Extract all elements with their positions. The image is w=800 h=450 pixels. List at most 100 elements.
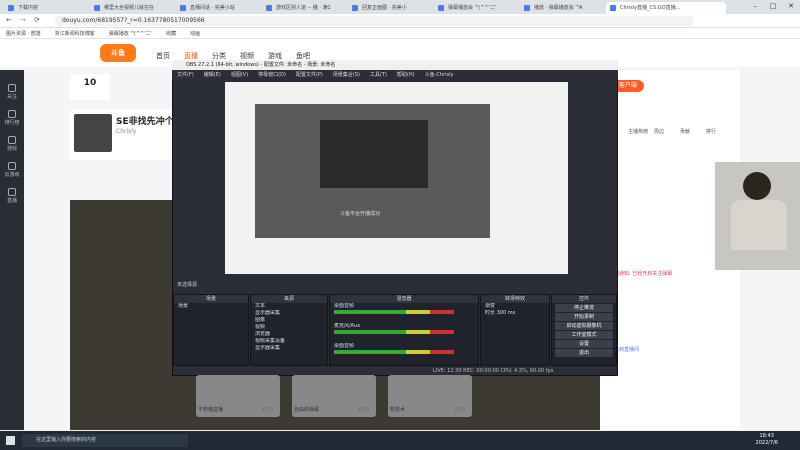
obs-menu-item[interactable]: 视图(V) — [231, 70, 248, 80]
right-tab[interactable]: 主播热榜 — [628, 128, 648, 135]
rail-icon — [8, 110, 16, 118]
chat-notice: 直播间通知: 已经开启关注弹幕 — [604, 271, 673, 277]
dock-controls: 控件 停止推流 开始录制 启动虚拟摄像机 工作室模式 设置 退出 — [551, 294, 617, 366]
bookmark-item[interactable]: 图片资源 · 部落 — [6, 30, 41, 37]
right-tab[interactable]: 排行 — [706, 128, 716, 135]
forward-icon[interactable]: → — [20, 16, 26, 24]
obs-menu: 文件(F) 编辑(E) 视图(V) 停靠窗口(D) 配置文件(P) 场景集合(S) 工具(T… — [172, 70, 618, 80]
control-button[interactable]: 设置 — [555, 340, 613, 348]
volume-meter[interactable] — [334, 350, 454, 354]
chat-welcome: 欢迎来到直播间 — [604, 347, 640, 353]
obs-menu-item[interactable]: 文件(F) — [177, 70, 194, 80]
control-button[interactable]: 退出 — [555, 349, 613, 357]
bookmark-item[interactable]: 动画 — [190, 30, 200, 37]
obs-menu-item[interactable]: 编辑(E) — [204, 70, 221, 80]
dock-item[interactable]: 浏览器 — [251, 331, 327, 338]
transition-fade[interactable]: 渐变 — [481, 303, 549, 310]
volume-meter[interactable] — [334, 310, 454, 314]
rail-icon — [8, 84, 16, 92]
dock-item[interactable]: 视频 — [251, 324, 327, 331]
url-input[interactable]: douyu.com/6819557?_r=0.1637780517009566 — [54, 16, 694, 26]
browser-tab[interactable]: 哪里大全视频儿就在在 — [90, 2, 172, 14]
rail-label: 直播 — [6, 198, 17, 204]
control-button[interactable]: 工作室模式 — [555, 331, 613, 339]
browser-tab[interactable]: 回复正面图 · 完美小 — [348, 2, 430, 14]
dock-item[interactable]: 场景 — [174, 303, 248, 310]
dock-item[interactable]: 显示器采集 — [251, 345, 327, 352]
back-icon[interactable]: ← — [6, 16, 12, 24]
dock-controls-title: 控件 — [552, 295, 616, 303]
host-avatar[interactable] — [74, 114, 112, 152]
dock-item[interactable]: 文本 — [251, 303, 327, 310]
mixer-channel: 桌面音频 — [330, 303, 478, 323]
browser-tab[interactable]: Chrisly直播_CS:GO直播... — [606, 2, 726, 14]
rail-item[interactable]: 云游戏 — [0, 162, 24, 178]
right-tab[interactable]: 周边 — [654, 128, 664, 135]
mixer-label: 麦克风/Aux — [334, 323, 361, 329]
dock-mixer-title: 混音器 — [330, 295, 478, 303]
dock-transitions: 转场特效 渐变 时长 300 ms — [480, 294, 550, 366]
browser-tab[interactable]: 弹幕播放会 '"(^^'二' — [434, 2, 516, 14]
obs-menu-item[interactable]: 工具(T) — [370, 70, 387, 80]
right-tab[interactable]: 贡献 — [680, 128, 690, 135]
control-button[interactable]: 开始录制 — [555, 313, 613, 321]
thumb-title[interactable]: 不想唱直播 — [198, 406, 223, 416]
bookmark-item[interactable]: 收藏 — [166, 30, 176, 37]
thumb-title[interactable]: 新技术 — [390, 406, 405, 416]
dock-item[interactable]: 图像 — [251, 317, 327, 324]
obs-menu-item[interactable]: 场景集合(S) — [333, 70, 360, 80]
tab-label: 哪里大全视频儿就在在 — [104, 5, 155, 11]
tab-favicon-icon — [180, 5, 186, 11]
nav-item[interactable]: 分类 — [212, 51, 226, 61]
windows-start-icon[interactable] — [6, 436, 15, 445]
tab-favicon-icon — [8, 5, 14, 11]
duration-value[interactable]: 300 ms — [497, 310, 516, 316]
nav-item[interactable]: 鱼吧 — [296, 51, 310, 61]
obs-menu-item[interactable]: 斗鱼-Chrisly — [425, 70, 454, 80]
close-icon[interactable]: ✕ — [782, 0, 800, 14]
thumb-views: 17万 — [262, 407, 274, 413]
nav-item[interactable]: 视频 — [240, 51, 254, 61]
preview-caption: 斗鱼平台开播成功 — [339, 211, 380, 217]
browser-tab[interactable]: 播放 · 弹幕播放会 '"A — [520, 2, 602, 14]
host-name[interactable]: Chrisly — [116, 128, 136, 135]
maximize-icon[interactable]: □ — [764, 0, 782, 14]
browser-tab[interactable]: 直播间话 · 完美小站 — [176, 2, 258, 14]
bookmark-item[interactable]: 浙江新闻科技博客 — [55, 30, 95, 37]
bookmark-item[interactable]: 弹幕播放 '"(^^'二' — [109, 30, 152, 37]
browser-tab[interactable]: 游戏区别人道 -- 播 · 满1 — [262, 2, 344, 14]
obs-menu-item[interactable]: 配置文件(P) — [296, 70, 323, 80]
browser-tab[interactable]: 下载内容 — [4, 2, 86, 14]
tab-favicon-icon — [524, 5, 530, 11]
nav-item[interactable]: 首页 — [156, 51, 170, 61]
nav-item[interactable]: 游戏 — [268, 51, 282, 61]
obs-menu-item[interactable]: 停靠窗口(D) — [258, 70, 286, 80]
rail-icon — [8, 188, 16, 196]
dock-sources-title: 来源 — [251, 295, 327, 303]
reload-icon[interactable]: ⟳ — [34, 16, 40, 24]
rail-label: 关注 — [6, 94, 17, 100]
obs-menu-item[interactable]: 帮助(H) — [397, 70, 415, 80]
douyu-logo[interactable]: 斗鱼 — [100, 44, 136, 62]
dock-item[interactable]: 视频采集设备 — [251, 338, 327, 345]
minimize-icon[interactable]: – — [746, 0, 764, 14]
thumb-views: 15万 — [358, 407, 370, 413]
obs-preview-nested-inner — [320, 120, 428, 188]
rail-item[interactable]: 关注 — [0, 84, 24, 100]
mixer-channel: 麦克风/Aux — [330, 323, 478, 343]
rail-item[interactable]: 游戏 — [0, 136, 24, 152]
taskbar-search[interactable]: 在这里输入你要搜索的内容 — [22, 434, 188, 447]
nav-item[interactable]: 直播 — [184, 51, 198, 61]
control-button[interactable]: 停止推流 — [555, 304, 613, 312]
rail-item[interactable]: 排行榜 — [0, 110, 24, 126]
thumb-title[interactable]: 自由的弹幕 — [294, 406, 319, 416]
rail-icon — [8, 162, 16, 170]
webcam-overlay — [715, 162, 800, 270]
dock-item[interactable]: 显示器采集 — [251, 310, 327, 317]
volume-meter[interactable] — [334, 330, 454, 334]
control-button[interactable]: 启动虚拟摄像机 — [555, 322, 613, 330]
followers-count: 10 — [83, 78, 97, 88]
thumb-views: 21万 — [454, 407, 466, 413]
obs-title: OBS 27.2.1 (64-bit, windows) - 配置文件: 未命名… — [172, 60, 618, 70]
rail-item[interactable]: 直播 — [0, 188, 24, 204]
